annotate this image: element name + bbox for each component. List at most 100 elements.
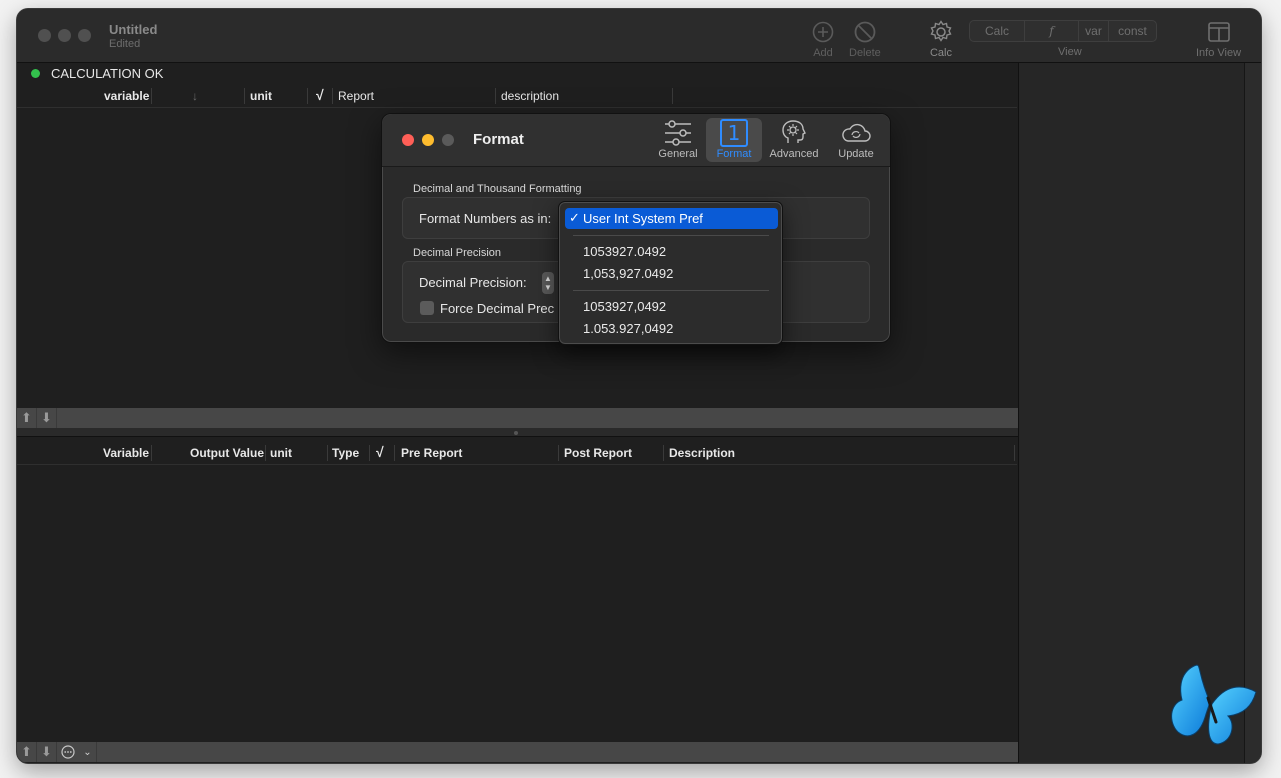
tab-format[interactable]: 1 Format <box>706 118 762 162</box>
menu-item-format-3[interactable]: 1053927,0492 <box>565 296 778 317</box>
output-table-footer: ⬆ ⬇ ⌄ <box>17 742 1018 762</box>
col-check-out[interactable]: √ <box>376 444 384 460</box>
menu-item-label: 1.053.927,0492 <box>583 321 674 336</box>
col-unit[interactable]: unit <box>250 89 272 103</box>
format-numbers-popup-menu: ✓ User Int System Pref 1053927.0492 1,05… <box>558 201 783 345</box>
format-tab-icon-text: 1 <box>720 119 748 147</box>
input-table-header: variable ↓ unit √ Report description <box>17 84 1017 108</box>
column-divider <box>265 445 266 461</box>
tab-general[interactable]: General <box>650 118 706 162</box>
force-decimal-label: Force Decimal Prec <box>440 301 555 316</box>
butterfly-image <box>1166 662 1258 751</box>
vertical-scrollbar[interactable] <box>1244 63 1261 763</box>
chevron-down-icon: ▼ <box>544 283 552 292</box>
menu-item-label: User Int System Pref <box>583 211 703 226</box>
tab-general-label: General <box>658 148 698 160</box>
move-down-button[interactable]: ⬇ <box>37 408 57 428</box>
add-label: Add <box>813 47 833 59</box>
minimize-window-button[interactable] <box>58 29 71 42</box>
col-variable[interactable]: variable <box>104 89 149 103</box>
menu-separator <box>573 290 769 291</box>
info-sidebar <box>1018 63 1244 763</box>
force-decimal-checkbox[interactable] <box>420 301 434 315</box>
output-table-header: Variable Output Value unit Type √ Pre Re… <box>17 441 1017 465</box>
prohibited-icon <box>852 19 878 45</box>
move-up-button[interactable]: ⬆ <box>17 742 37 762</box>
column-divider <box>495 88 496 104</box>
column-divider <box>663 445 664 461</box>
split-handle <box>514 431 518 435</box>
segment-const[interactable]: const <box>1109 21 1156 41</box>
col-report[interactable]: Report <box>338 89 374 103</box>
col-sort-icon[interactable]: ↓ <box>192 89 198 103</box>
status-text: CALCULATION OK <box>51 65 164 81</box>
zoom-window-button[interactable] <box>78 29 91 42</box>
tab-update-label: Update <box>838 148 874 160</box>
view-label: View <box>1058 46 1082 58</box>
segment-var[interactable]: var <box>1079 21 1109 41</box>
col-check[interactable]: √ <box>316 87 324 103</box>
col-post-report[interactable]: Post Report <box>564 446 632 460</box>
format-numbers-label: Format Numbers as in: <box>419 211 552 226</box>
plus-circle-icon <box>810 19 836 45</box>
dialog-title: Format <box>473 131 524 148</box>
dialog-toolbar: Format General 1 Format Advanced Update <box>382 114 890 167</box>
col-output-value[interactable]: Output Value <box>190 446 264 460</box>
calculation-status: CALCULATION OK <box>17 63 1019 83</box>
delete-button[interactable]: Delete <box>849 19 881 59</box>
info-view-button[interactable]: Info View <box>1196 19 1241 59</box>
dialog-close-button[interactable] <box>402 134 414 146</box>
close-window-button[interactable] <box>38 29 51 42</box>
sidebar-layout-icon <box>1206 19 1232 45</box>
status-ok-dot-icon <box>31 68 40 78</box>
sliders-icon <box>663 118 693 148</box>
info-view-label: Info View <box>1196 47 1242 59</box>
menu-item-format-4[interactable]: 1.053.927,0492 <box>565 318 778 339</box>
dialog-zoom-button[interactable] <box>442 134 454 146</box>
col-variable-out[interactable]: Variable <box>103 446 149 460</box>
decimal-precision-stepper[interactable]: ▲ ▼ <box>542 272 554 294</box>
tab-advanced[interactable]: Advanced <box>766 118 822 162</box>
column-divider <box>672 88 673 104</box>
col-pre-report[interactable]: Pre Report <box>401 446 462 460</box>
gear-icon <box>928 19 954 45</box>
menu-separator <box>573 235 769 236</box>
column-divider <box>151 88 152 104</box>
menu-item-label: 1053927.0492 <box>583 244 667 259</box>
segment-calc[interactable]: Calc <box>970 21 1025 41</box>
tab-update[interactable]: Update <box>828 118 884 162</box>
column-divider <box>327 445 328 461</box>
menu-item-user-int-system-pref[interactable]: ✓ User Int System Pref <box>565 208 778 229</box>
column-divider <box>307 88 308 104</box>
more-options-icon[interactable] <box>57 742 79 762</box>
col-description-out[interactable]: Description <box>669 446 735 460</box>
column-divider <box>369 445 370 461</box>
add-button[interactable]: Add <box>810 19 836 59</box>
chevron-up-icon: ▲ <box>544 274 552 283</box>
chevron-down-icon[interactable]: ⌄ <box>79 742 97 762</box>
menu-item-format-2[interactable]: 1,053,927.0492 <box>565 263 778 284</box>
col-unit-out[interactable]: unit <box>270 446 292 460</box>
brain-gear-icon <box>779 118 809 148</box>
calc-button[interactable]: Calc <box>928 19 954 59</box>
menu-item-format-1[interactable]: 1053927.0492 <box>565 241 778 262</box>
delete-label: Delete <box>849 47 881 59</box>
checkmark-icon: ✓ <box>569 210 580 225</box>
section-decimal-precision-label: Decimal Precision <box>413 247 502 259</box>
input-table-footer: ⬆ ⬇ <box>17 408 1018 428</box>
tab-advanced-label: Advanced <box>769 148 819 160</box>
tab-format-label: Format <box>716 148 752 160</box>
split-divider[interactable] <box>17 428 1018 437</box>
move-down-button[interactable]: ⬇ <box>37 742 57 762</box>
column-divider <box>394 445 395 461</box>
move-up-button[interactable]: ⬆ <box>17 408 37 428</box>
document-title: Untitled <box>109 22 158 37</box>
column-divider <box>151 445 152 461</box>
decimal-precision-label: Decimal Precision: <box>419 275 527 290</box>
col-type[interactable]: Type <box>332 446 359 460</box>
dialog-minimize-button[interactable] <box>422 134 434 146</box>
segment-function[interactable]: f <box>1025 21 1079 41</box>
column-divider <box>332 88 333 104</box>
col-description[interactable]: description <box>501 89 559 103</box>
view-segmented-control[interactable]: Calc f var const <box>969 20 1157 42</box>
